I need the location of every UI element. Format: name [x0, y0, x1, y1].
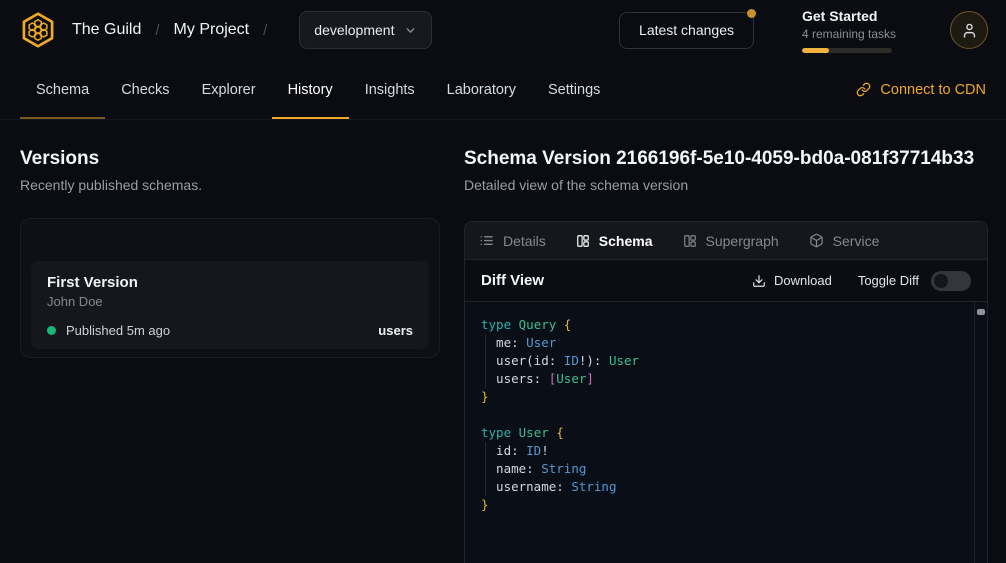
- switch-knob: [934, 274, 948, 288]
- nav-tab-laboratory[interactable]: Laboratory: [431, 60, 532, 119]
- version-detail-title: Schema Version 2166196f-5e10-4059-bd0a-0…: [464, 148, 988, 170]
- toggle-diff-control: Toggle Diff: [858, 271, 971, 291]
- toggle-diff-label: Toggle Diff: [858, 273, 919, 288]
- connect-to-cdn-link[interactable]: Connect to CDN: [856, 60, 986, 119]
- detail-tabs: Details Schema Supergraph: [465, 222, 987, 260]
- tab-details[interactable]: Details: [479, 233, 546, 249]
- version-detail-subtitle: Detailed view of the schema version: [464, 177, 988, 193]
- indent-guide: [485, 442, 486, 496]
- cube-icon: [809, 233, 824, 248]
- version-title: First Version: [47, 274, 413, 291]
- version-list-item[interactable]: First Version John Doe Published 5m ago …: [31, 261, 429, 349]
- nav-tab-schema[interactable]: Schema: [20, 60, 105, 119]
- get-started-widget[interactable]: Get Started 4 remaining tasks: [802, 8, 892, 53]
- version-status: Published 5m ago: [66, 323, 170, 338]
- nav-tab-history[interactable]: History: [272, 60, 349, 119]
- versions-panel: Versions Recently published schemas. Fir…: [0, 148, 464, 563]
- version-meta-row: Published 5m ago users: [47, 323, 413, 338]
- indent-guide: [485, 334, 486, 388]
- list-icon: [479, 233, 494, 248]
- code-lines: type Query { me: User user(id: ID!): Use…: [481, 316, 959, 514]
- version-author: John Doe: [47, 294, 413, 309]
- app-header: The Guild / My Project / development Lat…: [0, 0, 1006, 60]
- progress-fill: [802, 48, 829, 53]
- columns-icon: [683, 234, 697, 248]
- hive-logo-icon[interactable]: [18, 10, 58, 50]
- connect-to-cdn-label: Connect to CDN: [880, 82, 986, 98]
- environment-select[interactable]: development: [299, 11, 432, 49]
- chevron-down-icon: [404, 24, 417, 37]
- diff-view-title: Diff View: [481, 272, 544, 289]
- notification-dot: [747, 9, 756, 18]
- schema-code-editor[interactable]: type Query { me: User user(id: ID!): Use…: [465, 302, 987, 563]
- environment-select-value: development: [314, 22, 394, 38]
- scrollbar-thumb[interactable]: [977, 309, 985, 315]
- versions-list-card: First Version John Doe Published 5m ago …: [20, 218, 440, 358]
- get-started-subtitle: 4 remaining tasks: [802, 27, 892, 41]
- breadcrumb-separator: /: [155, 22, 159, 39]
- person-icon: [961, 22, 978, 39]
- user-avatar-button[interactable]: [950, 11, 988, 49]
- latest-changes-button[interactable]: Latest changes: [619, 12, 754, 49]
- latest-changes-label: Latest changes: [639, 22, 734, 38]
- breadcrumb-project[interactable]: My Project: [174, 21, 250, 39]
- version-detail-card: Details Schema Supergraph: [464, 221, 988, 563]
- diff-toolbar: Diff View Download Toggle Diff: [465, 260, 987, 302]
- tab-service[interactable]: Service: [809, 233, 880, 249]
- download-label: Download: [774, 273, 832, 288]
- nav-tab-checks[interactable]: Checks: [105, 60, 185, 119]
- tab-supergraph[interactable]: Supergraph: [683, 233, 779, 249]
- nav-tab-settings[interactable]: Settings: [532, 60, 616, 119]
- vertical-scrollbar[interactable]: [974, 302, 987, 563]
- nav-tab-insights[interactable]: Insights: [349, 60, 431, 119]
- version-detail-panel: Schema Version 2166196f-5e10-4059-bd0a-0…: [464, 148, 988, 563]
- columns-icon: [576, 234, 590, 248]
- download-button[interactable]: Download: [752, 273, 832, 288]
- published-status-dot: [47, 326, 56, 335]
- main-content: Versions Recently published schemas. Fir…: [0, 120, 1006, 563]
- download-icon: [752, 274, 766, 288]
- versions-title: Versions: [20, 148, 440, 170]
- version-service-badge: users: [378, 323, 413, 338]
- get-started-progress: [802, 48, 892, 53]
- breadcrumb-org[interactable]: The Guild: [72, 21, 141, 39]
- toggle-diff-switch[interactable]: [931, 271, 971, 291]
- versions-subtitle: Recently published schemas.: [20, 177, 440, 193]
- breadcrumb-separator: /: [263, 22, 267, 39]
- diff-actions: Download Toggle Diff: [752, 271, 971, 291]
- target-nav: Schema Checks Explorer History Insights …: [0, 60, 1006, 120]
- tab-schema[interactable]: Schema: [576, 233, 653, 249]
- get-started-title: Get Started: [802, 8, 892, 24]
- link-icon: [856, 82, 871, 97]
- nav-tab-explorer[interactable]: Explorer: [186, 60, 272, 119]
